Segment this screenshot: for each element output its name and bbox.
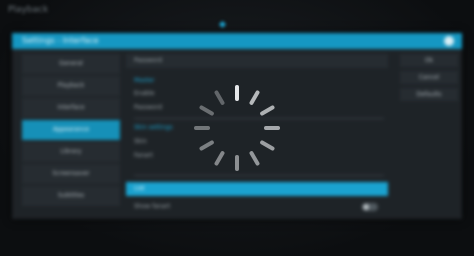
category-item-general[interactable]: General	[22, 54, 120, 74]
top-bar: Playback	[0, 0, 474, 29]
category-item-screensaver[interactable]: Screensaver	[22, 164, 120, 184]
toggle-switch[interactable]	[362, 203, 378, 211]
category-item-playback[interactable]: Playback	[22, 76, 120, 96]
spinner-spoke	[260, 140, 275, 151]
setting-label: Show fanart	[134, 203, 171, 210]
category-item-interface[interactable]: Interface	[22, 98, 120, 118]
defaults-button[interactable]: Defaults	[400, 88, 458, 101]
screen: Playback Settings - Interface General Pl…	[0, 0, 474, 256]
spinner-spokes	[194, 85, 280, 171]
spinner-spoke	[260, 105, 275, 116]
side-actions: Ok Cancel Defaults	[400, 54, 458, 134]
dialog-title: Settings - Interface	[22, 36, 99, 45]
setting-row-selected[interactable]: List	[126, 182, 388, 196]
spinner-spoke	[214, 90, 225, 105]
spinner-spoke	[199, 105, 214, 116]
category-item-library[interactable]: Library	[22, 142, 120, 162]
gear-icon[interactable]	[444, 36, 454, 46]
spinner-spoke	[214, 151, 225, 166]
category-item-appearance[interactable]: Appearance	[22, 120, 120, 140]
ok-button[interactable]: Ok	[400, 54, 458, 67]
spinner-spoke	[249, 90, 260, 105]
menu-indicator-icon	[218, 20, 227, 29]
category-item-subtitles[interactable]: Subtitles	[22, 186, 120, 206]
category-list: General Playback Interface Appearance Li…	[22, 54, 120, 219]
toggle-knob	[363, 204, 369, 210]
setting-row[interactable]: Show fanart	[126, 200, 388, 214]
top-bar-label: Playback	[8, 5, 49, 15]
spinner-spoke	[249, 151, 260, 166]
cancel-button[interactable]: Cancel	[400, 71, 458, 84]
spinner-spoke	[199, 140, 214, 151]
setting-row[interactable]: Password	[126, 54, 388, 68]
loading-spinner-icon	[194, 85, 280, 171]
dialog-header: Settings - Interface	[12, 33, 462, 49]
